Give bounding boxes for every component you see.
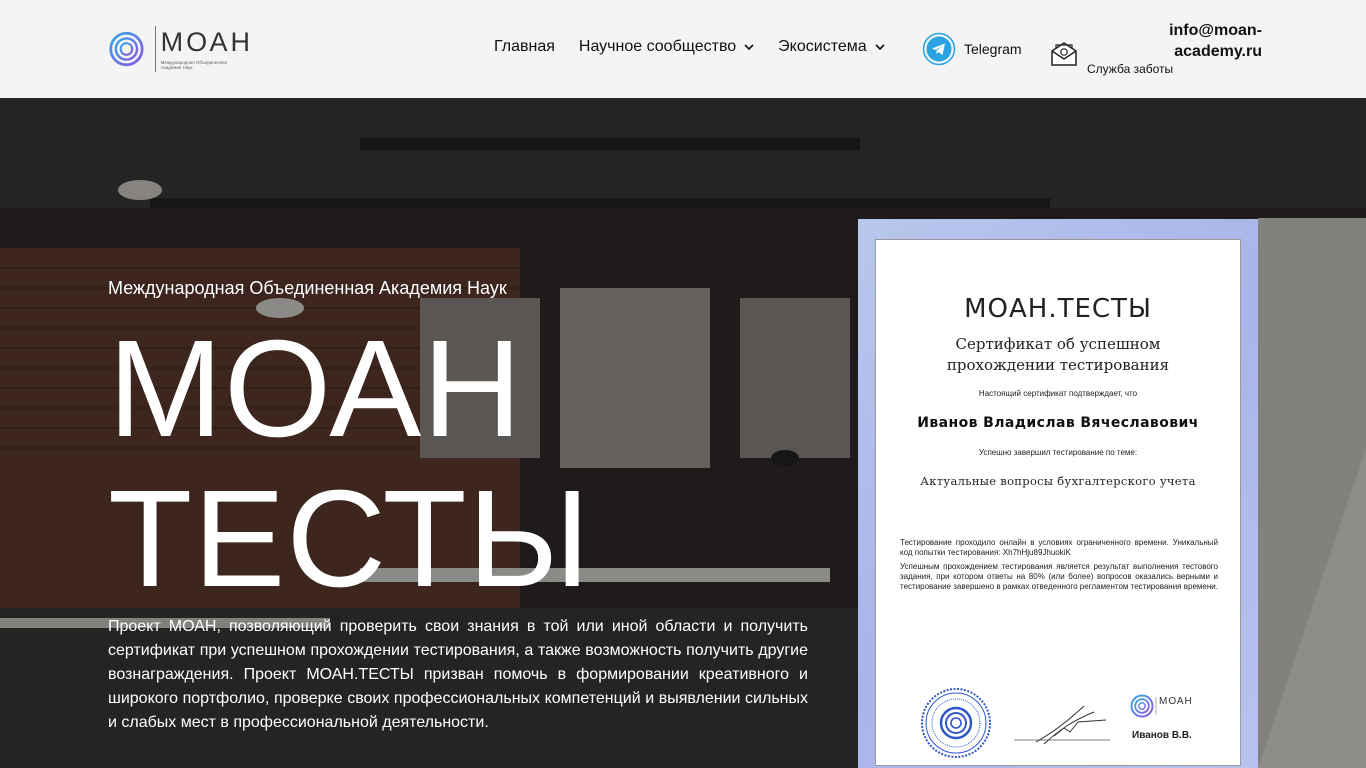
telegram-link[interactable]: Telegram <box>922 32 1022 66</box>
nav-item-scientific-community[interactable]: Научное сообщество <box>579 38 754 56</box>
signature-icon <box>1014 705 1110 745</box>
certificate-logo-name: МОАН <box>1159 696 1193 707</box>
hero-description: Проект МОАН, позволяющий проверить свои … <box>108 618 808 731</box>
main-nav: Главная Научное сообщество Экосистема <box>494 38 909 56</box>
contact-email-link[interactable]: info@moan-academy.ru <box>1152 20 1262 62</box>
nav-item-label: Главная <box>494 38 555 55</box>
certificate-heading-line-1: Сертификат об успешном <box>955 335 1161 353</box>
logo-text: МОАН Международная Объединенная Академия… <box>161 28 253 70</box>
support-label: Служба заботы <box>1087 62 1174 76</box>
hero-title-line-1: МОАН <box>108 312 523 466</box>
certificate-document: МОАН.ТЕСТЫ Сертификат об успешном прохож… <box>875 239 1241 766</box>
nav-item-label: Экосистема <box>778 38 867 55</box>
logo-divider <box>154 26 156 72</box>
telegram-icon <box>922 32 956 66</box>
hero-title: МОАН ТЕСТЫ <box>108 314 591 614</box>
hero-title-line-2: ТЕСТЫ <box>108 462 591 616</box>
site-logo[interactable]: МОАН Международная Объединенная Академия… <box>108 24 253 74</box>
hero-section: Международная Объединенная Академия Наук… <box>0 98 1366 768</box>
certificate-heading: Сертификат об успешном прохождении тести… <box>876 334 1240 376</box>
certificate-topic: Актуальные вопросы бухгалтерского учета <box>920 474 1196 488</box>
logo-name: МОАН <box>160 27 253 57</box>
chevron-down-icon <box>875 42 885 52</box>
nav-item-label: Научное сообщество <box>578 38 737 55</box>
certificate-passed-text: Успешно завершил тестирование по теме: <box>978 448 1138 457</box>
mail-icon <box>1051 42 1077 66</box>
site-header: МОАН Международная Объединенная Академия… <box>0 0 1366 98</box>
nav-item-home[interactable]: Главная <box>494 38 555 56</box>
hero-subtitle: Международная Объединенная Академия Наук <box>108 278 507 298</box>
certificate-confirm-text: Настоящий сертификат подтверждает, что <box>978 389 1138 398</box>
seal-icon <box>921 688 991 758</box>
chevron-down-icon <box>744 42 754 52</box>
certificate-brand: МОАН.ТЕСТЫ <box>964 294 1152 324</box>
certificate-preview: МОАН.ТЕСТЫ Сертификат об успешном прохож… <box>858 219 1258 768</box>
certificate-info-line-1: Тестирование проходило онлайн в условиях… <box>900 538 1218 557</box>
certificate-heading-line-2: прохождении тестирования <box>946 356 1170 374</box>
telegram-label: Telegram <box>964 41 1022 57</box>
logo-subtitle: Международная Объединенная Академия Наук <box>160 60 228 70</box>
certificate-recipient-name: Иванов Владислав Вячеславович <box>917 415 1199 431</box>
certificate-signer: Иванов В.В. <box>1132 730 1192 741</box>
certificate-info: Тестирование проходило онлайн в условиях… <box>900 538 1218 596</box>
moan-logo-icon <box>109 31 144 67</box>
certificate-info-line-2: Успешным прохождением тестирования являе… <box>900 562 1218 591</box>
nav-item-ecosystem[interactable]: Экосистема <box>778 38 885 56</box>
